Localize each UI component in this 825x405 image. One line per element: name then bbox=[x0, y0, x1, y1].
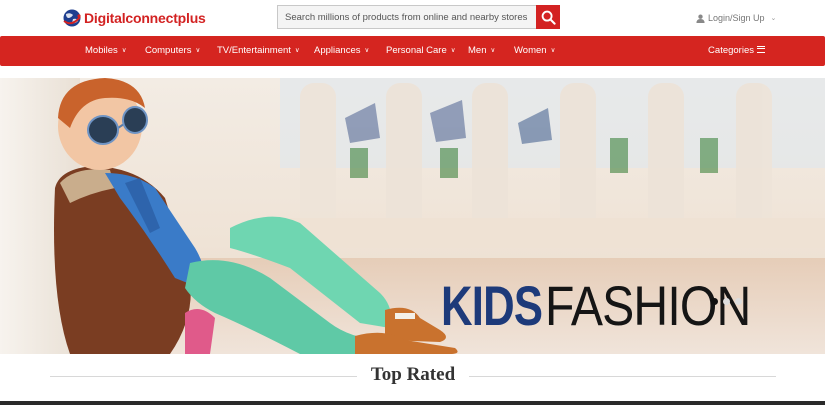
main-navbar: Mobiles ∨ Computers ∨ TV/Entertainment ∨ Ap… bbox=[0, 36, 825, 66]
chevron-down-icon: ∨ bbox=[550, 47, 556, 54]
user-icon bbox=[696, 14, 705, 23]
nav-item-label: Computers bbox=[145, 45, 192, 56]
search-input[interactable] bbox=[277, 5, 536, 29]
login-signup-link[interactable]: Login/Sign Up ⌄ bbox=[696, 13, 776, 23]
nav-item-appliances[interactable]: Appliances ∨ bbox=[314, 36, 369, 66]
chevron-down-icon: ∨ bbox=[490, 47, 496, 54]
site-logo[interactable]: Digitalconnectplus bbox=[62, 6, 206, 30]
site-header: Digitalconnectplus Login/Sign Up ⌄ bbox=[0, 0, 825, 36]
chevron-down-icon: ∨ bbox=[121, 47, 127, 54]
carousel-dot-1[interactable] bbox=[711, 298, 718, 305]
logo-text: Digitalconnectplus bbox=[84, 10, 206, 26]
nav-item-label: Mobiles bbox=[85, 45, 118, 56]
nav-item-label: Women bbox=[514, 45, 547, 56]
login-label: Login/Sign Up bbox=[708, 13, 765, 23]
nav-item-tv-entertainment[interactable]: TV/Entertainment ∨ bbox=[217, 36, 300, 66]
content-edge bbox=[0, 401, 825, 405]
chevron-down-icon: ⌄ bbox=[770, 15, 777, 22]
banner-title: KIDSFASHION bbox=[441, 272, 784, 340]
section-title-row: Top Rated bbox=[50, 364, 776, 386]
nav-item-personal-care[interactable]: Personal Care ∨ bbox=[386, 36, 456, 66]
section-title: Top Rated bbox=[356, 364, 470, 385]
chevron-down-icon: ∨ bbox=[450, 47, 456, 54]
nav-item-computers[interactable]: Computers ∨ bbox=[145, 36, 200, 66]
categories-menu-button[interactable]: Categories bbox=[708, 36, 765, 66]
categories-label: Categories bbox=[708, 45, 754, 56]
carousel-dot-3[interactable] bbox=[735, 298, 742, 305]
nav-item-mobiles[interactable]: Mobiles ∨ bbox=[85, 36, 127, 66]
search-icon bbox=[541, 10, 556, 25]
banner-title-light: FASHION bbox=[544, 274, 751, 337]
hero-banner[interactable]: KIDSFASHION bbox=[0, 78, 825, 354]
chevron-down-icon: ∨ bbox=[364, 47, 370, 54]
chevron-down-icon: ∨ bbox=[294, 47, 300, 54]
nav-item-label: TV/Entertainment bbox=[217, 45, 291, 56]
chevron-down-icon: ∨ bbox=[195, 47, 201, 54]
search-button[interactable] bbox=[536, 5, 560, 29]
nav-item-label: Personal Care bbox=[386, 45, 447, 56]
carousel-indicators bbox=[711, 298, 742, 305]
carousel-dot-2[interactable] bbox=[723, 298, 730, 305]
banner-title-bold: KIDS bbox=[441, 274, 543, 337]
hamburger-menu-icon bbox=[757, 46, 765, 53]
top-rated-section-header: Top Rated bbox=[50, 362, 776, 392]
search-bar bbox=[277, 5, 560, 29]
nav-item-label: Appliances bbox=[314, 45, 361, 56]
nav-item-men[interactable]: Men ∨ bbox=[468, 36, 495, 66]
globe-logo-icon bbox=[63, 9, 81, 27]
nav-item-women[interactable]: Women ∨ bbox=[514, 36, 555, 66]
nav-item-label: Men bbox=[468, 45, 487, 56]
